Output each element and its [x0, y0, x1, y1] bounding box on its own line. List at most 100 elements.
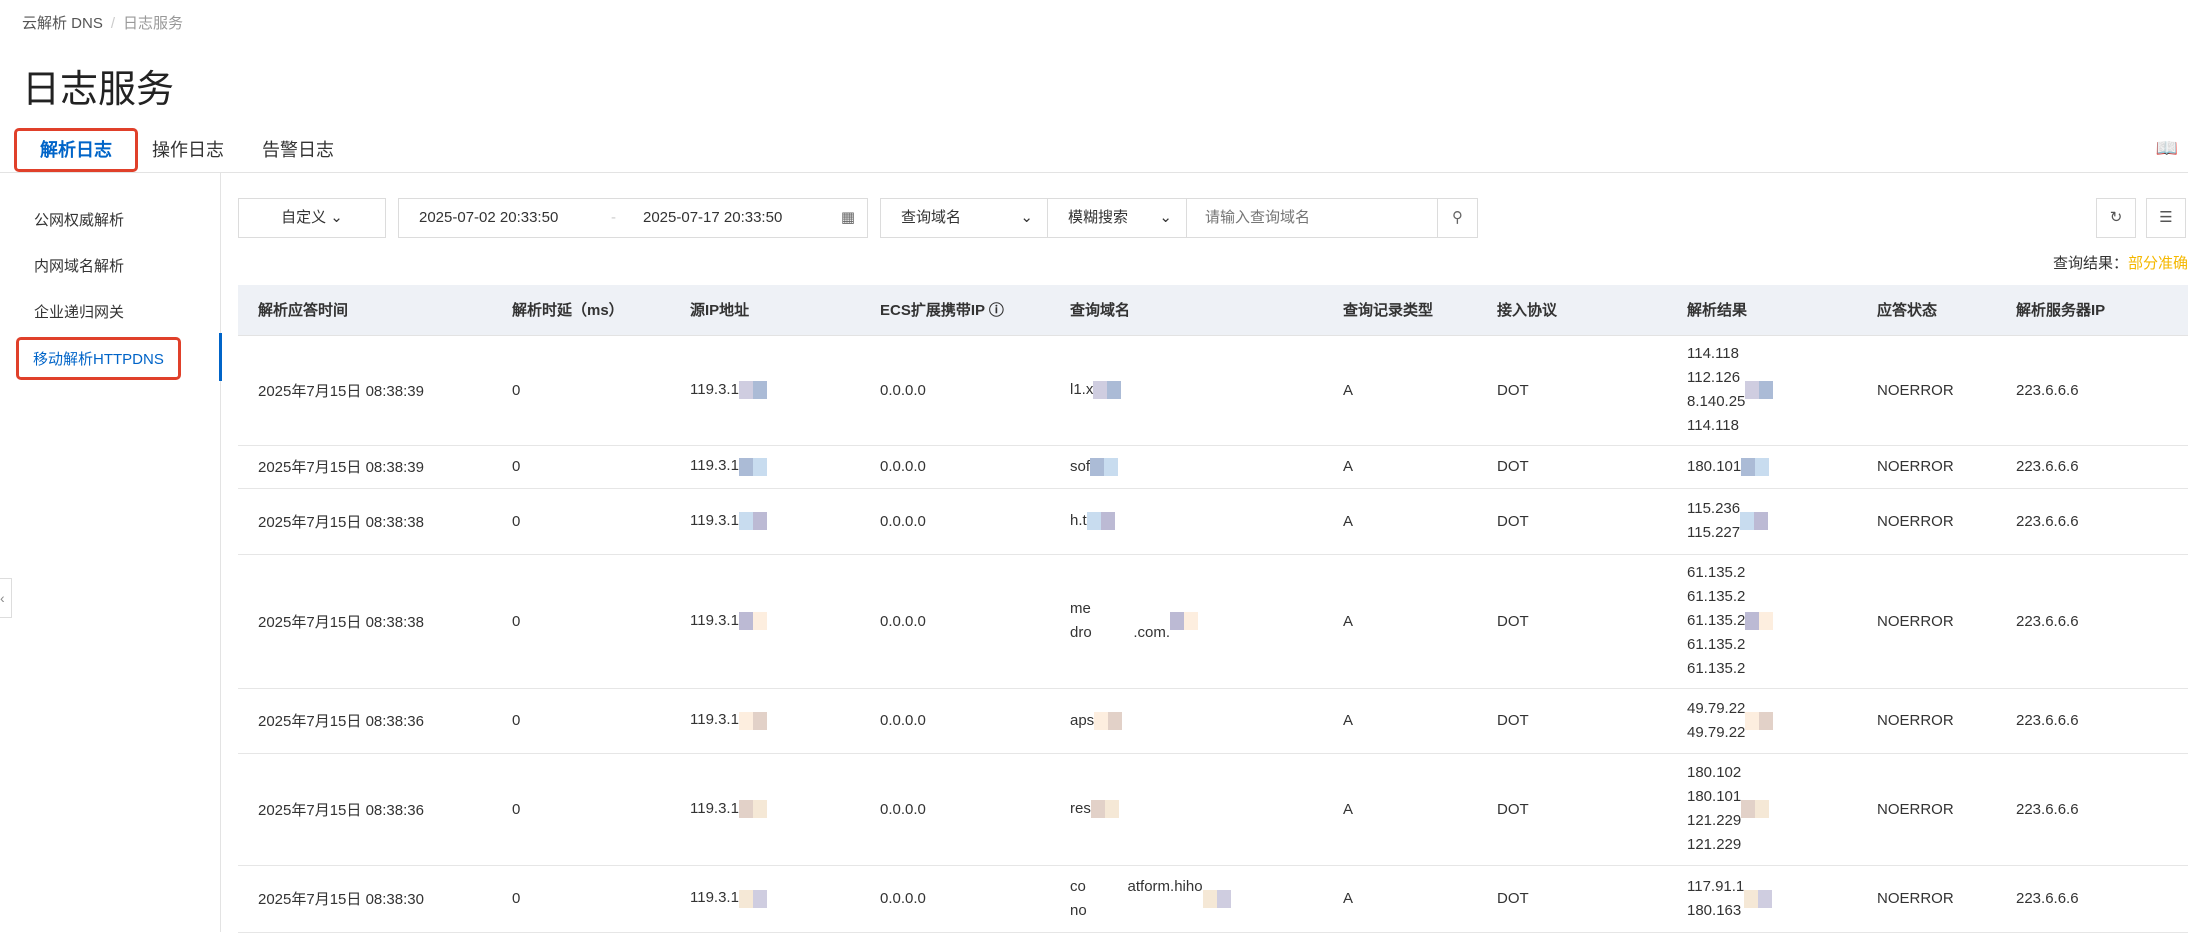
- resolved-ip: 112.126: [1687, 369, 1741, 386]
- resolved-ip: 117.91.1: [1687, 877, 1745, 895]
- col-protocol: 接入协议: [1477, 285, 1667, 336]
- ecs-ip: 0.0.0.0: [880, 612, 926, 630]
- redaction-mosaic: [1090, 457, 1105, 476]
- response-status: NOERROR: [1877, 712, 1954, 729]
- tab-resolve-log[interactable]: 解析日志: [14, 128, 138, 172]
- redaction-mosaic: [1184, 612, 1199, 630]
- search-icon[interactable]: ⚲: [1437, 199, 1477, 237]
- redaction-mosaic: [1759, 612, 1774, 630]
- domain-name: sof: [1070, 457, 1091, 475]
- log-time: 2025年7月15日 08:38:38: [258, 613, 424, 631]
- redaction-mosaic: [1090, 800, 1105, 818]
- layers-icon[interactable]: ☰: [2146, 198, 2186, 238]
- response-status: NOERROR: [1877, 381, 1954, 399]
- cell-source-ip: 119.3.1: [670, 865, 860, 933]
- log-time: 2025年7月15日 08:38:38: [258, 513, 424, 531]
- col-domain: 查询域名: [1050, 285, 1323, 336]
- query-result: 查询结果：部分准确: [2053, 252, 2188, 273]
- redaction-mosaic: [1744, 889, 1759, 908]
- redaction-mosaic: [1107, 381, 1122, 399]
- chevron-down-icon: ⌄: [1159, 209, 1172, 226]
- server-ip: 223.6.6.6: [2016, 458, 2079, 475]
- cell-protocol: DOT: [1477, 335, 1667, 446]
- redaction-mosaic: [1741, 457, 1756, 476]
- resolved-ip: 61.135.2: [1687, 612, 1746, 629]
- redaction-mosaic: [1755, 457, 1770, 476]
- cell-type: A: [1323, 753, 1477, 866]
- sidebar-item-gateway[interactable]: 企业递归网关: [34, 301, 124, 322]
- field-select[interactable]: 查询域名 ⌄: [880, 198, 1048, 238]
- cell-protocol: DOT: [1477, 865, 1667, 933]
- range-select[interactable]: 自定义 ⌄: [238, 198, 386, 238]
- record-type: A: [1343, 381, 1354, 399]
- table-row: 2025年7月15日 08:38:39 0 119.3.1 0.0.0.0 l1.x A D…: [238, 335, 2188, 446]
- redaction-mosaic: [1100, 512, 1115, 530]
- cell-domain: l1.x: [1050, 335, 1323, 446]
- start-date[interactable]: 2025-07-02 20:33:50: [419, 199, 558, 237]
- cell-type: A: [1323, 554, 1477, 689]
- search-input[interactable]: [1205, 199, 1445, 236]
- redaction-mosaic: [738, 711, 753, 730]
- cell-status: NOERROR: [1857, 554, 1996, 689]
- docs-icon[interactable]: 📖: [2156, 138, 2178, 159]
- tab-bar: 解析日志 操作日志 告警日志 📖: [0, 128, 2188, 173]
- date-range-picker[interactable]: 2025-07-02 20:33:50 - 2025-07-17 20:33:5…: [398, 198, 868, 238]
- log-table: 解析应答时间 解析时延（ms） 源IP地址 ECS扩展携带IP ⓘ 查询域名 查…: [238, 285, 2188, 933]
- col-time: 解析应答时间: [238, 285, 492, 336]
- calendar-icon[interactable]: ▦: [841, 199, 855, 237]
- protocol: DOT: [1497, 612, 1529, 630]
- sidebar-item-private[interactable]: 内网域名解析: [34, 255, 124, 276]
- tab-operation-log[interactable]: 操作日志: [152, 136, 224, 162]
- table-row: 2025年7月15日 08:38:30 0 119.3.1 0.0.0.0 co atf…: [238, 865, 2188, 933]
- domain-search: ⚲: [1186, 198, 1478, 238]
- cell-time: 2025年7月15日 08:38:38: [238, 488, 492, 555]
- resolved-ip: 121.229: [1687, 812, 1742, 829]
- table-row: 2025年7月15日 08:38:36 0 119.3.1 0.0.0.0 res A DO…: [238, 753, 2188, 866]
- redaction-mosaic: [752, 512, 767, 531]
- cell-source-ip: 119.3.1: [670, 335, 860, 446]
- cell-ecs: 0.0.0.0: [860, 445, 1050, 489]
- redaction-mosaic: [1094, 711, 1109, 730]
- collapse-sidebar-icon[interactable]: ‹: [0, 578, 12, 618]
- redaction-mosaic: [752, 612, 767, 631]
- mode-select[interactable]: 模糊搜索 ⌄: [1047, 198, 1187, 238]
- cell-status: NOERROR: [1857, 488, 1996, 555]
- cell-domain: h.t: [1050, 488, 1323, 555]
- sidebar-item-httpdns[interactable]: 移动解析HTTPDNS: [16, 337, 181, 380]
- response-status: NOERROR: [1877, 890, 1954, 907]
- end-date[interactable]: 2025-07-17 20:33:50: [643, 199, 782, 237]
- redaction-mosaic: [1104, 457, 1119, 476]
- sidebar-active-indicator: [219, 333, 222, 381]
- redaction-mosaic: [738, 800, 753, 819]
- breadcrumb-dns[interactable]: 云解析 DNS: [22, 15, 103, 32]
- cell-protocol: DOT: [1477, 688, 1667, 754]
- redaction-mosaic: [1758, 889, 1773, 908]
- cell-ecs: 0.0.0.0: [860, 335, 1050, 446]
- cell-result: 115.236 115.227: [1667, 488, 1857, 555]
- record-type: A: [1343, 890, 1354, 907]
- cell-protocol: DOT: [1477, 554, 1667, 689]
- refresh-icon[interactable]: ↻: [2096, 198, 2136, 238]
- redaction-mosaic: [1170, 612, 1185, 630]
- cell-time: 2025年7月15日 08:38:36: [238, 688, 492, 754]
- cell-type: A: [1323, 335, 1477, 446]
- cell-result: 180.102 180.101 121.229 121.229: [1667, 753, 1857, 866]
- redaction-mosaic: [1754, 512, 1769, 530]
- redaction-mosaic: [738, 381, 753, 400]
- domain-name: no: [1070, 901, 1087, 919]
- redaction-mosaic: [738, 612, 753, 631]
- breadcrumb-separator: /: [110, 15, 116, 32]
- redaction-mosaic: [752, 381, 767, 400]
- cell-source-ip: 119.3.1: [670, 753, 860, 866]
- response-status: NOERROR: [1877, 800, 1954, 818]
- cell-result: 117.91.1 180.163: [1667, 865, 1857, 933]
- cell-latency: 0: [492, 488, 670, 555]
- redaction-mosaic: [738, 889, 753, 908]
- tab-alert-log[interactable]: 告警日志: [262, 136, 334, 162]
- table-row: 2025年7月15日 08:38:39 0 119.3.1 0.0.0.0 sof A DO…: [238, 445, 2188, 489]
- source-ip: 119.3.1: [690, 799, 739, 817]
- sidebar-item-public[interactable]: 公网权威解析: [34, 209, 124, 230]
- ecs-ip: 0.0.0.0: [880, 890, 926, 907]
- log-time: 2025年7月15日 08:38:36: [258, 713, 424, 730]
- cell-ecs: 0.0.0.0: [860, 753, 1050, 866]
